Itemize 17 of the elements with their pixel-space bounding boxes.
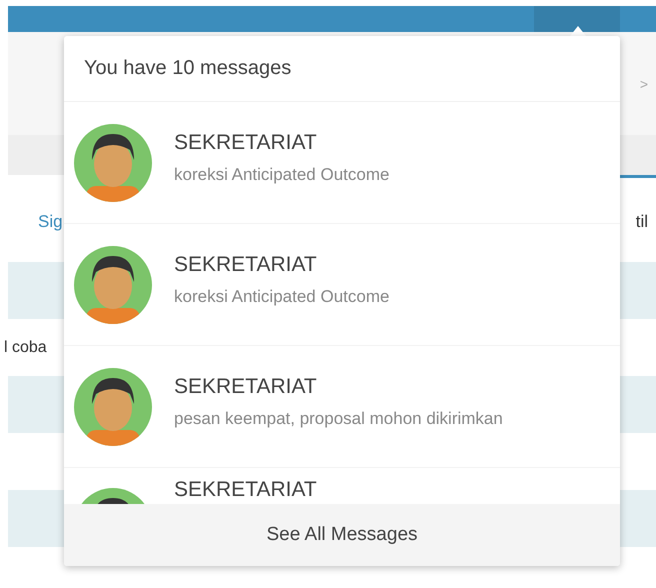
table-cell: l coba <box>4 338 47 356</box>
message-preview: koreksi Anticipated Outcome <box>174 164 390 184</box>
tab-indicator <box>620 175 656 178</box>
sender-name: SEKRETARIAT <box>174 130 318 154</box>
sender-name: SEKRETARIAT <box>174 374 318 398</box>
tab[interactable]: Sig <box>38 212 63 232</box>
message-item[interactable]: SEKRETARIAT koreksi Anticipated Outcome <box>64 224 620 346</box>
see-all-messages-link[interactable]: See All Messages <box>64 504 620 566</box>
message-preview: koreksi Anticipated Outcome <box>174 286 390 306</box>
message-item[interactable]: SEKRETARIAT pesan keempat, proposal mohon dikirimkan <box>64 346 620 468</box>
sender-name: SEKRETARIAT <box>174 252 318 276</box>
message-item[interactable]: SEKRETARIAT koreksi Anticipated Outcome <box>64 102 620 224</box>
tab[interactable]: til <box>636 212 648 232</box>
dropdown-header: You have 10 messages <box>64 36 620 102</box>
breadcrumb-separator: > <box>640 76 648 92</box>
message-preview: pesan keempat, proposal mohon dikirimkan <box>174 408 503 428</box>
sender-name: SEKRETARIAT <box>174 478 317 502</box>
